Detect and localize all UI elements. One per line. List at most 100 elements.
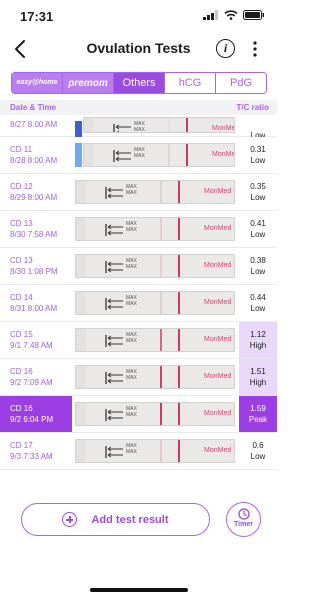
test-strip-photo[interactable]: MAXMAX MonMed LH <box>83 143 235 167</box>
row-date-time: CD 11 8/28 8:00 AM <box>10 144 57 166</box>
test-result-row[interactable]: CD 14 8/31 8:00 AM MAXMAX MonMed LH 0.44 Low <box>0 285 277 322</box>
test-strip-photo[interactable]: MAXMAX MonMed LH <box>75 365 235 389</box>
plus-circle-icon <box>62 512 78 527</box>
brand-tabs: easy@home premom Others hCG PdG <box>11 72 267 94</box>
ratio-level: Low <box>250 267 266 276</box>
date-time: 9/2 6:04 PM <box>10 415 54 424</box>
timer-button[interactable]: Timer <box>226 502 261 537</box>
test-strip-photo[interactable]: MAXMAX MonMed LH <box>75 439 235 463</box>
test-line <box>160 255 162 277</box>
arrow-marks-icon <box>105 335 123 347</box>
test-result-row[interactable]: CD 13 8/30 1:08 PM MAXMAX MonMed LH 0.38 Low <box>0 248 277 285</box>
wifi-icon <box>224 10 238 20</box>
ratio-level: Peak <box>248 415 268 424</box>
strip-brand: MonMed LH <box>212 151 235 158</box>
arrow-marks-icon <box>113 150 131 162</box>
ratio-level: Low <box>250 452 266 461</box>
tab-hcg-label: hCG <box>178 77 202 89</box>
cycle-day: CD 11 <box>10 145 33 154</box>
arrow-marks-icon <box>105 187 123 199</box>
date-time: 8/31 8:00 AM <box>10 304 58 313</box>
strip-brand: MonMed LH <box>204 259 234 270</box>
row-date-time: 8/27 8:00 AM <box>10 119 57 130</box>
tab-premom[interactable]: premom <box>63 73 114 93</box>
row-date-time: CD 14 8/31 8:00 AM <box>10 292 57 314</box>
test-strip-photo[interactable]: MAXMAX MonMed LH <box>75 291 235 315</box>
info-icon[interactable]: i <box>216 39 235 58</box>
cycle-day: CD 16 <box>10 404 33 413</box>
column-header: Date & Time T/C ratio <box>0 100 277 115</box>
ratio-cell: 1.51 High <box>239 359 277 395</box>
strip-handle <box>76 403 86 425</box>
test-result-row[interactable]: CD 17 9/3 7:33 AM MAXMAX MonMed LH 0.6 Low <box>0 433 277 470</box>
test-line <box>160 366 162 388</box>
add-test-result-button[interactable]: Add test result <box>21 503 210 536</box>
date-time: 8/30 7:58 AM <box>10 230 58 239</box>
clock-icon <box>237 508 250 520</box>
test-strip-photo[interactable]: MAXMAX MonMed LH <box>75 402 235 426</box>
test-result-row[interactable]: CD 11 8/28 8:00 AM MAXMAX MonMed LH 0.31 Low <box>0 137 277 174</box>
test-result-row[interactable]: CD 12 8/29 8:00 AM MAXMAX MonMed LH 0.35 Low <box>0 174 277 211</box>
strip-handle <box>76 292 86 314</box>
tab-others[interactable]: Others <box>114 73 165 93</box>
arrow-marks-icon <box>105 372 123 384</box>
test-result-row[interactable]: CD 15 9/1 7:48 AM MAXMAX MonMed LH 1.12 High <box>0 322 277 359</box>
test-line <box>160 218 162 240</box>
ratio-value: 0.31 <box>250 145 266 154</box>
control-line <box>178 440 180 462</box>
test-result-row[interactable]: CD 16 9/2 6:04 PM MAXMAX MonMed LH 1.59 Peak <box>0 396 277 433</box>
tab-others-label: Others <box>122 77 156 89</box>
ratio-cell: 1.59 Peak <box>239 396 277 432</box>
test-strip-photo[interactable]: MAXMAX MonMed LH <box>75 217 235 241</box>
arrow-marks-icon <box>105 446 123 458</box>
ratio-header: T/C ratio <box>236 103 269 112</box>
test-strip-photo[interactable]: MAXMAX MonMed LH <box>75 254 235 278</box>
test-line <box>160 403 162 425</box>
control-line <box>178 292 180 314</box>
test-result-row[interactable]: CD 13 8/30 7:58 AM MAXMAX MonMed LH 0.41 Low <box>0 211 277 248</box>
tab-easy-at-home[interactable]: easy@home <box>12 73 63 93</box>
tab-hcg[interactable]: hCG <box>165 73 216 93</box>
home-indicator <box>90 588 188 592</box>
status-bar: 17:31 <box>0 0 277 34</box>
strip-handle <box>76 181 86 203</box>
date-time: 8/30 1:08 PM <box>10 267 58 276</box>
status-icons <box>203 10 265 20</box>
test-result-row[interactable]: 8/27 8:00 AM MAXMAX MonMed LH Low <box>0 115 277 145</box>
test-result-list: 8/27 8:00 AM MAXMAX MonMed LH Low CD 11 8/28 … <box>0 115 277 470</box>
test-line <box>160 181 162 203</box>
test-result-row[interactable]: CD 16 9/2 7:09 AM MAXMAX MonMed LH 1.51 High <box>0 359 277 396</box>
row-date-time: CD 16 9/2 7:09 AM <box>10 366 53 388</box>
max-label: MAX MAX <box>134 147 145 159</box>
row-date-time: CD 13 8/30 7:58 AM <box>10 218 57 240</box>
ratio-value: 0.44 <box>250 293 266 302</box>
date-time: 8/27 8:00 AM <box>10 120 58 129</box>
max-label: MAX MAX <box>126 258 137 270</box>
timer-label: Timer <box>234 521 253 528</box>
test-strip-photo[interactable]: MAXMAX MonMed LH <box>75 328 235 352</box>
test-strip-photo[interactable]: MAXMAX MonMed LH <box>83 117 235 133</box>
ratio-value: 1.12 <box>250 330 266 339</box>
date-time: 9/3 7:33 AM <box>10 452 53 461</box>
test-line <box>160 440 162 462</box>
more-vertical-icon[interactable] <box>247 40 263 58</box>
strip-brand: MonMed LH <box>212 125 235 132</box>
strip-brand: MonMed LH <box>204 296 234 307</box>
max-label: MAX MAX <box>126 369 137 381</box>
test-line <box>168 144 170 166</box>
cycle-day: CD 15 <box>10 330 33 339</box>
test-strip-photo[interactable]: MAXMAX MonMed LH <box>75 180 235 204</box>
test-line <box>160 292 162 314</box>
ratio-value: 0.35 <box>250 182 266 191</box>
row-date-time: CD 13 8/30 1:08 PM <box>10 255 58 277</box>
strip-handle <box>76 440 86 462</box>
max-label: MAX MAX <box>126 184 137 196</box>
date-time: 8/28 8:00 AM <box>10 156 58 165</box>
strip-handle <box>76 329 86 351</box>
ratio-cell: 1.12 High <box>239 322 277 358</box>
strip-brand: MonMed LH <box>204 370 234 381</box>
tab-pdg[interactable]: PdG <box>216 73 266 93</box>
control-line <box>178 255 180 277</box>
max-label: MAX MAX <box>126 221 137 233</box>
ratio-level: High <box>249 341 267 350</box>
